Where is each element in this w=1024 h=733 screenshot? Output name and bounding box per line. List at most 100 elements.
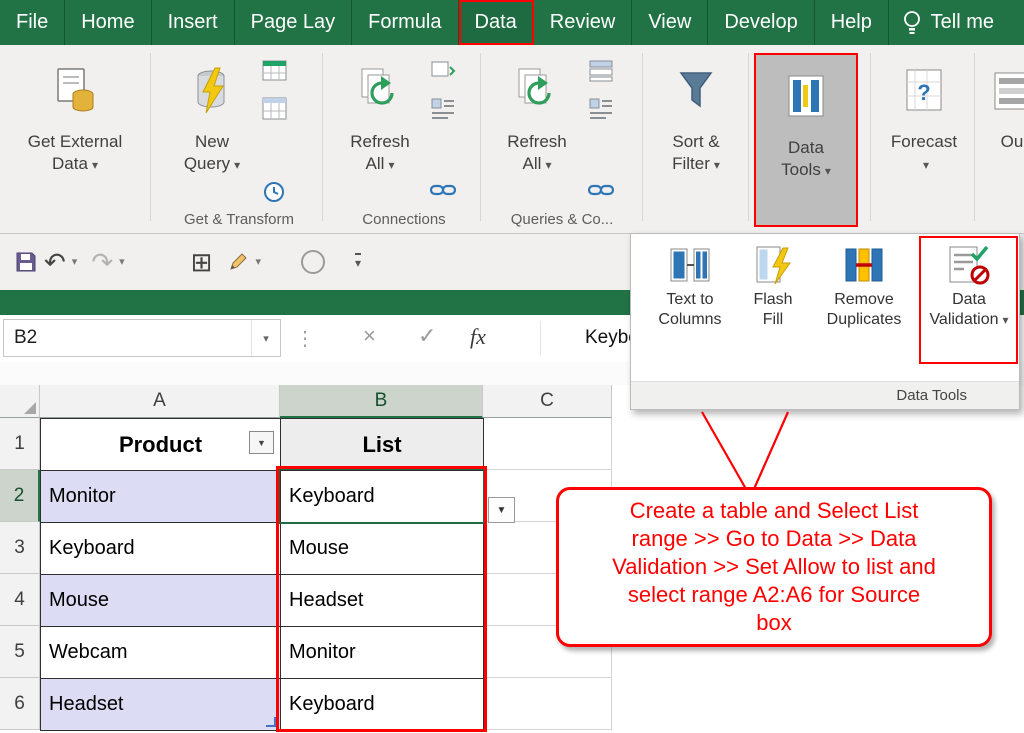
insert-function-button[interactable]: fx [470,324,486,350]
save-button[interactable] [14,250,38,274]
callout-line: range >> Go to Data >> Data [632,525,917,553]
refresh-all-button-1[interactable]: Refresh All▾ [335,51,425,227]
excel-window: File Home Insert Page Lay Formula Data R… [0,0,1024,733]
column-header-a[interactable]: A [40,385,280,418]
svg-text:?: ? [917,80,930,105]
data-validation-dropdown-button[interactable]: ▼ [488,497,515,523]
row-header-2[interactable]: 2 [0,470,40,522]
data-tools-flyout: Text to Columns Flash Fill Re [630,233,1020,410]
tell-me-label: Tell me [931,11,994,34]
tab-developer[interactable]: Develop [708,0,814,45]
row-header-3[interactable]: 3 [0,522,40,574]
tab-file[interactable]: File [0,0,65,45]
column-header-b[interactable]: B [280,385,483,418]
cell-a5[interactable]: Webcam [41,627,281,679]
borders-button[interactable]: ⊞ [191,249,213,275]
chevron-down-icon: ▾ [545,158,551,172]
button-label: Refresh [350,131,410,153]
tab-view[interactable]: View [632,0,708,45]
outline-button[interactable]: Ou [986,51,1024,227]
tab-review[interactable]: Review [534,0,633,45]
show-queries-icon[interactable] [262,59,288,83]
row-header-5[interactable]: 5 [0,626,40,678]
new-query-button[interactable]: New Query▾ [168,51,256,227]
cell-c6[interactable] [483,678,612,730]
edit-links-icon[interactable] [430,179,458,201]
formula-bar-grip-icon[interactable]: ⋮ [295,326,315,351]
text-to-columns-button[interactable]: Text to Columns [647,244,733,330]
get-external-data-button[interactable]: Get External Data▾ [6,51,144,227]
refresh-icon [515,51,559,131]
get-external-data-icon [53,51,97,131]
enter-check-icon[interactable]: ✓ [418,323,436,349]
select-all-corner[interactable] [0,385,40,418]
save-icon [14,250,38,274]
forecast-button[interactable]: ? Forecast ▾ [880,51,968,227]
flyout-group-label: Data Tools [631,381,1019,409]
shape-circle-icon[interactable] [301,250,325,274]
sort-filter-button[interactable]: Sort & Filter▾ [652,51,740,227]
chevron-down-icon: ▾ [92,158,98,172]
group-divider [150,53,151,221]
redo-button[interactable]: ↷ [91,249,113,275]
flash-fill-button[interactable]: Flash Fill [741,244,805,330]
cell-a3[interactable]: Keyboard [41,523,281,575]
group-label-queries: Queries & Co... [484,211,640,228]
chevron-down-icon[interactable]: ▾ [119,255,125,268]
flyout-item-label: Columns [658,310,721,330]
flyout-item-label: Text to [658,290,721,310]
bulb-icon [903,9,921,37]
properties-icon[interactable] [430,97,456,121]
table-resize-handle[interactable] [266,717,276,727]
tab-data[interactable]: Data [459,0,534,45]
flash-fill-icon [752,244,794,286]
undo-button[interactable]: ↶ [44,249,66,275]
chevron-down-icon[interactable]: ▾ [72,255,78,268]
group-label-get-transform: Get & Transform [160,211,318,228]
format-painter-button[interactable] [228,251,249,272]
row-header-1[interactable]: 1 [0,418,40,470]
customize-qat-button[interactable]: ▾ [355,253,361,270]
remove-duplicates-icon [843,244,885,286]
properties-icon[interactable] [588,97,614,121]
tab-formulas[interactable]: Formula [352,0,458,45]
cell-c1[interactable] [483,418,612,470]
name-box-chevron-icon[interactable]: ▾ [251,320,280,356]
tab-insert[interactable]: Insert [152,0,235,45]
name-box[interactable]: B2 ▾ [3,319,281,357]
data-tools-button[interactable]: Data Tools▾ [756,57,856,233]
queries-small-buttons [588,59,616,201]
row-header-4[interactable]: 4 [0,574,40,626]
flyout-item-label: Flash [753,290,792,310]
tab-help[interactable]: Help [815,0,889,45]
row-header-6[interactable]: 6 [0,678,40,730]
cancel-icon[interactable]: × [363,323,376,349]
button-label: Get External [28,131,123,153]
text-to-columns-icon [669,244,711,286]
cell-a2[interactable]: Monitor [41,471,281,523]
refresh-all-button-2[interactable]: Refresh All▾ [492,51,582,227]
edit-links-icon[interactable] [588,179,616,201]
refresh-icon [358,51,402,131]
callout-line: Create a table and Select List [630,497,919,525]
get-transform-small-buttons [262,59,288,205]
cell-a6[interactable]: Headset [41,679,281,731]
recent-sources-icon[interactable] [262,179,288,205]
cell-a1-value: Product [119,432,202,458]
cell-b1[interactable]: List [281,419,484,471]
tab-page-layout[interactable]: Page Lay [235,0,353,45]
tab-home[interactable]: Home [65,0,151,45]
filter-dropdown-icon[interactable]: ▼ [249,431,274,454]
column-header-c[interactable]: C [483,385,612,418]
tell-me-box[interactable]: Tell me [893,0,1024,45]
group-divider [322,53,323,221]
queries-connections-icon[interactable] [588,59,614,83]
group-divider [642,53,643,221]
cell-a1[interactable]: Product ▼ [41,419,281,471]
from-table-icon[interactable] [262,97,288,121]
cell-a4[interactable]: Mouse [41,575,281,627]
remove-duplicates-button[interactable]: Remove Duplicates [815,244,913,330]
connections-icon[interactable] [430,59,456,83]
callout-line: select range A2:A6 for Source [628,581,920,609]
chevron-down-icon[interactable]: ▾ [255,255,261,268]
